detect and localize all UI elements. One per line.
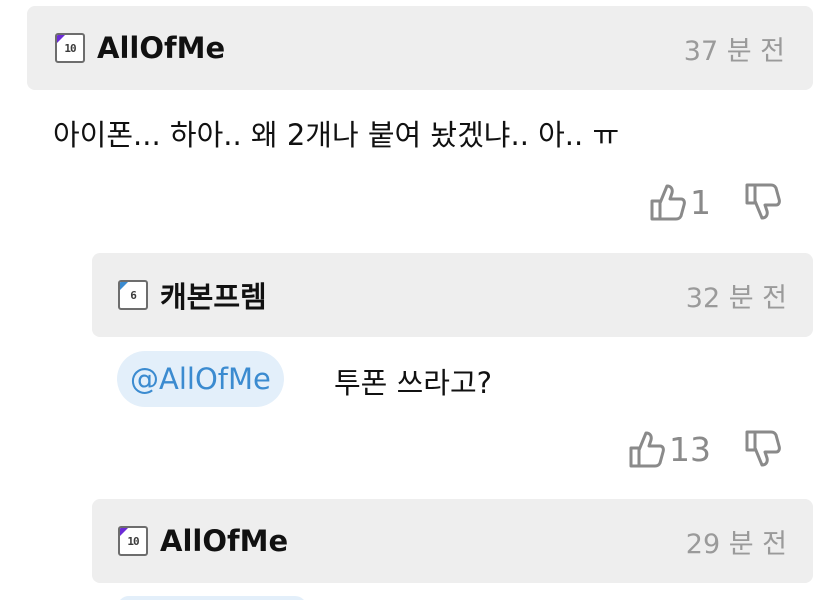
reply-header: 6 캐본프렘 32 분 전	[92, 253, 813, 337]
comment-thread: 10 AllOfMe 37 분 전 아이폰... 하아.. 왜 2개나 붙여 놨…	[0, 0, 840, 600]
level-number: 10	[64, 42, 76, 55]
comment-text: 아이폰... 하아.. 왜 2개나 붙여 놨겠냐.. 아.. ㅠ	[53, 118, 620, 152]
mention-tag[interactable]: @AllOfMe	[117, 351, 284, 407]
timestamp: 29 분 전	[685, 528, 787, 560]
reply-header: 10 AllOfMe 29 분 전	[92, 499, 813, 583]
like-count: 13	[669, 429, 711, 469]
comment-header: 10 AllOfMe 37 분 전	[27, 6, 813, 90]
vote-bar: 1	[648, 182, 781, 222]
thumbs-down-icon[interactable]	[743, 429, 781, 469]
thumbs-up-icon[interactable]	[648, 182, 686, 222]
timestamp: 32 분 전	[685, 282, 787, 314]
mention-tag-partial[interactable]	[117, 596, 307, 600]
vote-bar: 13	[627, 429, 781, 469]
username[interactable]: 캐본프렘	[160, 274, 267, 316]
thumbs-up-icon[interactable]	[627, 429, 665, 469]
timestamp: 37 분 전	[683, 35, 785, 67]
level-badge: 6	[118, 280, 148, 310]
thumbs-down-icon[interactable]	[743, 182, 781, 222]
level-number: 6	[130, 289, 137, 302]
like-count: 1	[690, 182, 711, 222]
level-badge: 10	[118, 526, 148, 556]
level-number: 10	[127, 535, 139, 548]
level-badge: 10	[55, 33, 85, 63]
username[interactable]: AllOfMe	[160, 524, 288, 558]
username[interactable]: AllOfMe	[97, 31, 225, 65]
comment-text: 투폰 쓰라고?	[334, 366, 493, 400]
